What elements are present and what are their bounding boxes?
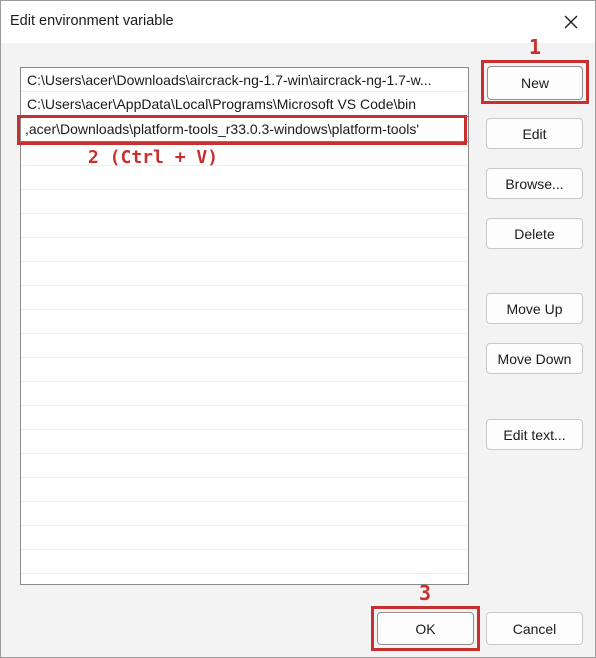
- close-button[interactable]: [557, 9, 585, 35]
- list-item-empty[interactable]: [21, 430, 468, 454]
- list-item-empty[interactable]: [21, 358, 468, 382]
- list-item[interactable]: C:\Users\acer\AppData\Local\Programs\Mic…: [21, 92, 468, 116]
- list-item-empty[interactable]: [21, 550, 468, 574]
- list-item-empty[interactable]: [21, 454, 468, 478]
- browse-button[interactable]: Browse...: [486, 168, 583, 199]
- list-item-empty[interactable]: [21, 334, 468, 358]
- close-icon: [564, 15, 578, 29]
- annotation-step-3: 3: [419, 581, 432, 605]
- list-item-empty[interactable]: [21, 502, 468, 526]
- list-item-empty[interactable]: [21, 166, 468, 190]
- edit-text-button[interactable]: Edit text...: [486, 419, 583, 450]
- list-item-empty[interactable]: [21, 190, 468, 214]
- path-list[interactable]: C:\Users\acer\Downloads\aircrack-ng-1.7-…: [20, 67, 469, 585]
- cancel-button[interactable]: Cancel: [486, 612, 583, 645]
- list-item-empty[interactable]: [21, 262, 468, 286]
- title-bar: Edit environment variable: [1, 1, 595, 43]
- move-up-button[interactable]: Move Up: [486, 293, 583, 324]
- list-item-empty[interactable]: [21, 406, 468, 430]
- annotation-step-1: 1: [529, 35, 542, 59]
- annotation-step-2: 2 (Ctrl + V): [88, 147, 219, 168]
- list-item-empty[interactable]: [21, 526, 468, 550]
- list-item-empty[interactable]: [21, 286, 468, 310]
- list-item-empty[interactable]: [21, 214, 468, 238]
- list-item-empty[interactable]: [21, 238, 468, 262]
- move-down-button[interactable]: Move Down: [486, 343, 583, 374]
- new-button[interactable]: New: [487, 66, 583, 100]
- path-edit-input[interactable]: ,acer\Downloads\platform-tools_r33.0.3-w…: [21, 116, 468, 142]
- list-item-empty[interactable]: [21, 478, 468, 502]
- edit-environment-variable-dialog: Edit environment variable C:\Users\acer\…: [0, 0, 596, 658]
- delete-button[interactable]: Delete: [486, 218, 583, 249]
- list-item-empty[interactable]: [21, 382, 468, 406]
- edit-button[interactable]: Edit: [486, 118, 583, 149]
- ok-button[interactable]: OK: [377, 612, 474, 645]
- list-item-empty[interactable]: [21, 310, 468, 334]
- dialog-title: Edit environment variable: [10, 13, 174, 29]
- list-item[interactable]: C:\Users\acer\Downloads\aircrack-ng-1.7-…: [21, 68, 468, 92]
